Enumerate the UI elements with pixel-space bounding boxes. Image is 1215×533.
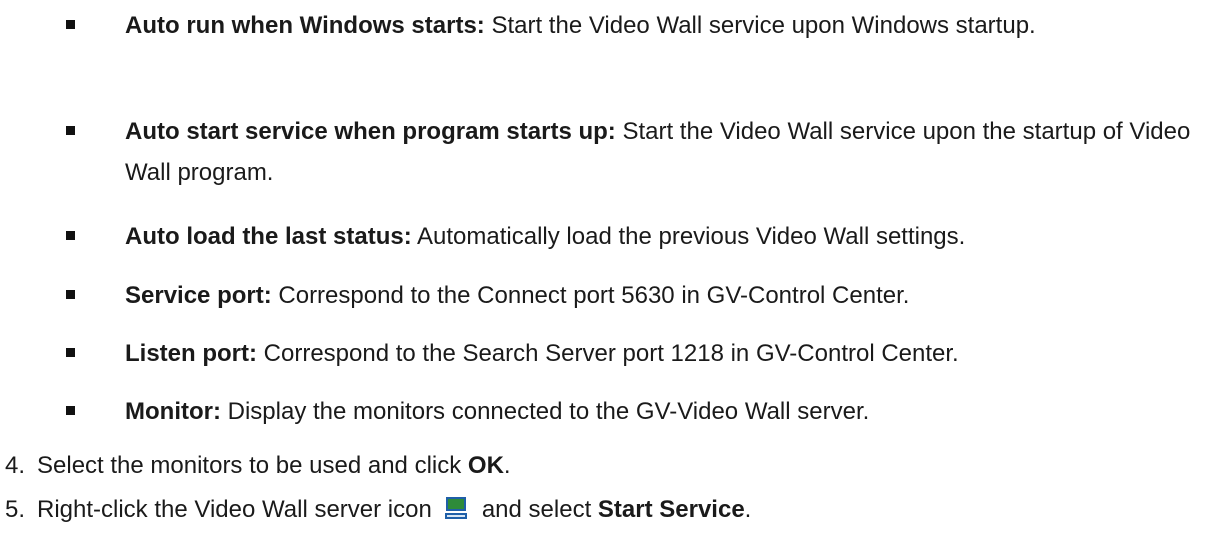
start-service-label: Start Service (597, 496, 745, 523)
option-description: Auto load the last status: Automatically… (125, 216, 1205, 257)
option-term: Monitor: (125, 398, 221, 425)
option-description: Listen port: Correspond to the Search Se… (125, 333, 1205, 374)
square-bullet-icon (66, 126, 75, 135)
option-description: Service port: Correspond to the Connect … (125, 275, 1205, 316)
option-text: Correspond to the Connect port 5630 in G… (271, 282, 910, 309)
square-bullet-icon (66, 290, 75, 299)
square-bullet-icon (66, 231, 75, 240)
option-term: Auto run when Windows starts: (125, 12, 485, 39)
option-text: Correspond to the Search Server port 121… (257, 340, 959, 367)
option-term: Service port: (125, 282, 272, 309)
step-text-after: and select (481, 496, 598, 523)
step-text-before: Right-click the Video Wall server icon (37, 496, 432, 523)
option-text: Automatically load the previous Video Wa… (411, 223, 966, 250)
ok-label: OK (467, 452, 504, 479)
option-description: Auto start service when program starts u… (125, 111, 1205, 193)
option-term: Auto load the last status: (125, 223, 412, 250)
option-text: Display the monitors connected to the GV… (220, 398, 870, 425)
square-bullet-icon (66, 20, 75, 29)
step-item: 4. Select the monitors to be used and cli… (5, 445, 1205, 486)
step-number: 5. (5, 496, 26, 523)
option-description: Auto run when Windows starts: Start the … (125, 5, 1205, 46)
option-term: Listen port: (125, 340, 257, 367)
square-bullet-icon (66, 406, 75, 415)
step-item: 5. Right-click the Video Wall server icon… (5, 489, 1205, 533)
step-text: Select the monitors to be used and click (37, 452, 468, 479)
square-bullet-icon (66, 348, 75, 357)
step-tail: . (503, 452, 511, 479)
step-tail: . (744, 496, 752, 523)
video-wall-server-icon (444, 492, 468, 533)
step-number: 4. (5, 452, 26, 479)
option-description: Monitor: Display the monitors connected … (125, 391, 1205, 432)
option-term: Auto start service when program starts u… (125, 118, 616, 145)
option-text: Start the Video Wall service upon Window… (484, 12, 1036, 39)
